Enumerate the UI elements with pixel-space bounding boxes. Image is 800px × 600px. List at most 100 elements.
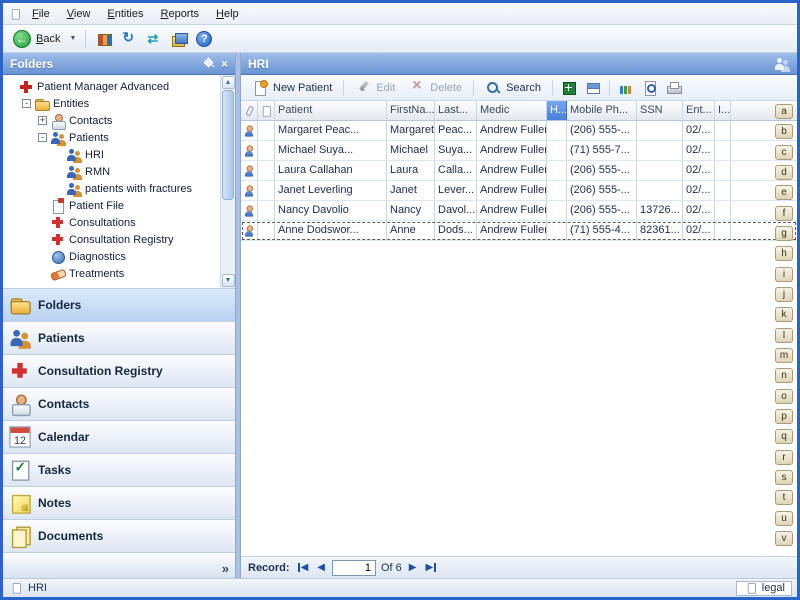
alphabet-button[interactable]: n [775,368,793,383]
column-header[interactable]: Mobile Ph... [567,101,637,120]
column-header[interactable]: Ent... [683,101,715,120]
column-header[interactable]: Patient [275,101,387,120]
sync-icon[interactable] [143,28,165,50]
alphabet-button[interactable]: m [775,348,793,363]
alphabet-button[interactable]: b [775,124,793,139]
column-header[interactable]: H... [547,101,567,120]
tree-toggle[interactable] [22,99,31,108]
nav-item[interactable]: Consultation Registry [3,354,235,387]
cell-patient: Anne Dodswor... [275,221,387,240]
alphabet-button[interactable]: f [775,206,793,221]
tree-scrollbar[interactable]: ▲ ▼ [220,75,235,288]
alphabet-button[interactable]: p [775,409,793,424]
cell-home-phone [547,201,567,220]
scroll-up-icon[interactable]: ▲ [222,76,235,89]
table-row[interactable]: Michael Suya... Michael Suya... Andrew F… [241,141,797,161]
record-number-input[interactable] [332,560,376,576]
tree-item[interactable]: HRI [3,146,235,163]
print-preview-icon[interactable] [639,77,661,99]
pin-icon[interactable] [204,58,215,69]
menu-item[interactable]: Reports [153,5,208,23]
tree-toggle[interactable] [38,133,47,142]
delete-button[interactable]: Delete [403,78,468,98]
nav-item[interactable]: Folders [3,288,235,321]
last-record-button[interactable]: ▶ [423,561,439,574]
next-record-button[interactable]: ▶ [407,561,419,574]
column-header[interactable]: I... [715,101,731,120]
table-row[interactable]: Janet Leverling Janet Lever... Andrew Fu… [241,181,797,201]
column-header[interactable]: FirstNa... [387,101,435,120]
alphabet-button[interactable]: a [775,104,793,119]
refresh-icon[interactable] [118,28,140,50]
nav-overflow-strip[interactable]: » [3,552,235,578]
search-button[interactable]: Search [479,78,547,98]
alphabet-button[interactable]: t [775,490,793,505]
alphabet-button[interactable]: u [775,511,793,526]
alphabet-button[interactable]: k [775,307,793,322]
alphabet-button[interactable]: h [775,246,793,261]
alphabet-button[interactable]: q [775,429,793,444]
alphabet-button[interactable]: g [775,226,793,241]
first-record-button[interactable]: ◀ [295,561,311,574]
back-button[interactable]: ← Back [9,28,64,50]
table-row[interactable]: Anne Dodswor... Anne Dods... Andrew Full… [241,221,797,241]
tree-item-label: Contacts [69,115,112,127]
edit-button[interactable]: Edit [349,78,401,98]
alphabet-button[interactable]: o [775,389,793,404]
chart-icon[interactable] [615,77,637,99]
tree-item[interactable]: Treatments [3,265,235,282]
alphabet-button[interactable]: e [775,185,793,200]
alphabet-button[interactable]: d [775,165,793,180]
column-chooser-icon[interactable] [582,77,604,99]
tree-item[interactable]: Patients [3,129,235,146]
nav-item[interactable]: Contacts [3,387,235,420]
menu-item[interactable]: File [24,5,58,23]
column-header[interactable]: Last... [435,101,477,120]
menu-item[interactable]: View [59,5,99,23]
table-row[interactable]: Laura Callahan Laura Calla... Andrew Ful… [241,161,797,181]
tree-item[interactable]: Contacts [3,112,235,129]
tree-item[interactable]: patients with fractures [3,180,235,197]
table-row[interactable]: Margaret Peac... Margaret Peac... Andrew… [241,121,797,141]
file-column-header[interactable] [258,101,275,120]
column-header[interactable]: Medic [477,101,547,120]
scroll-down-icon[interactable]: ▼ [222,274,235,287]
alphabet-button[interactable]: r [775,450,793,465]
tree-toggle[interactable] [38,116,47,125]
tree-item[interactable]: Diagnostics [3,248,235,265]
nav-item[interactable]: Calendar [3,420,235,453]
back-dropdown-arrow-icon[interactable]: ▼ [67,35,78,42]
books-icon[interactable] [168,28,190,50]
prev-record-button[interactable]: ◀ [315,561,327,574]
alphabet-button[interactable]: s [775,470,793,485]
alphabet-button[interactable]: j [775,287,793,302]
tree-item[interactable]: RMN [3,163,235,180]
tree-item[interactable]: Consultation Registry [3,231,235,248]
table-row[interactable]: Nancy Davolio Nancy Davol... Andrew Full… [241,201,797,221]
scrollbar-thumb[interactable] [222,90,234,200]
paperclip-column-header[interactable] [241,101,258,120]
alphabet-button[interactable]: i [775,267,793,282]
library-icon[interactable] [93,28,115,50]
person-icon [243,224,256,237]
column-header[interactable]: SSN [637,101,683,120]
nav-item[interactable]: Notes [3,486,235,519]
alphabet-button[interactable]: v [775,531,793,546]
nav-item[interactable]: Tasks [3,453,235,486]
patient-grid: Patient FirstNa... Last... Medic H... Mo… [241,101,797,556]
menu-item[interactable]: Help [208,5,247,23]
tree-item[interactable]: Patient File [3,197,235,214]
new-patient-button[interactable]: New Patient [246,78,338,98]
print-icon[interactable] [663,77,685,99]
alphabet-button[interactable]: c [775,145,793,160]
export-excel-icon[interactable] [558,77,580,99]
tree-item[interactable]: Entities [3,95,235,112]
menu-item[interactable]: Entities [99,5,151,23]
nav-item[interactable]: Documents [3,519,235,552]
tree-item[interactable]: Consultations [3,214,235,231]
tree-item[interactable]: Patient Manager Advanced [3,78,235,95]
help-icon[interactable] [193,28,215,50]
alphabet-button[interactable]: l [775,328,793,343]
close-icon[interactable]: × [221,59,228,69]
nav-item[interactable]: Patients [3,321,235,354]
